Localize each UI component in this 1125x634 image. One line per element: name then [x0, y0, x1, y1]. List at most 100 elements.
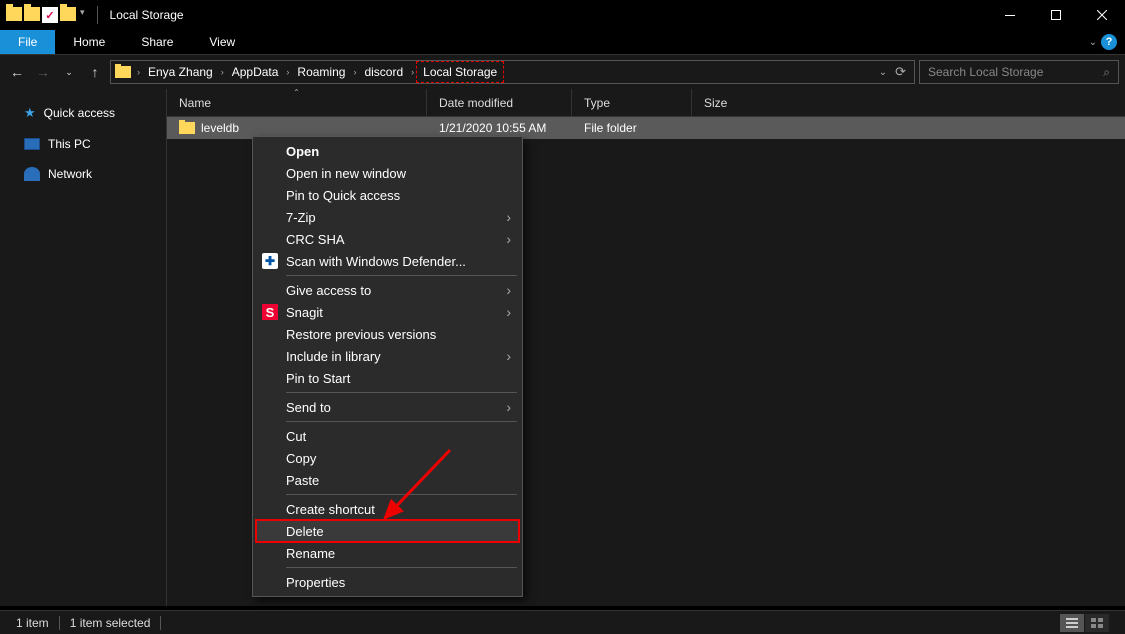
pc-icon — [24, 138, 40, 150]
status-item-count: 1 item — [16, 616, 49, 630]
ctx-label: Scan with Windows Defender... — [286, 254, 466, 269]
ctx-send-to[interactable]: Send to› — [256, 396, 519, 418]
file-date: 1/21/2020 10:55 AM — [427, 121, 572, 135]
divider — [97, 6, 98, 24]
chevron-right-icon[interactable]: › — [135, 67, 142, 77]
sidebar-label: This PC — [48, 137, 91, 151]
ctx-label: CRC SHA — [286, 232, 345, 247]
ctx-create-shortcut[interactable]: Create shortcut — [256, 498, 519, 520]
ctx-give-access[interactable]: Give access to› — [256, 279, 519, 301]
ctx-paste[interactable]: Paste — [256, 469, 519, 491]
address-bar[interactable]: › Enya Zhang › AppData › Roaming › disco… — [110, 60, 915, 84]
ctx-restore[interactable]: Restore previous versions — [256, 323, 519, 345]
ctx-include-library[interactable]: Include in library › — [256, 345, 519, 367]
chevron-right-icon: › — [506, 209, 511, 225]
ctx-pin-start[interactable]: Pin to Start — [256, 367, 519, 389]
shield-icon: ✚ — [262, 253, 278, 269]
breadcrumb-item[interactable]: discord — [358, 61, 409, 83]
file-type: File folder — [572, 121, 692, 135]
ctx-open-new-window[interactable]: Open in new window — [256, 162, 519, 184]
status-bar: 1 item 1 item selected — [0, 610, 1125, 634]
ctx-label: Send to — [286, 400, 331, 415]
chevron-right-icon: › — [506, 348, 511, 364]
search-placeholder: Search Local Storage — [928, 65, 1043, 79]
forward-button[interactable]: → — [32, 61, 54, 83]
ribbon-tabs: File Home Share View ⌄ ? — [0, 30, 1125, 55]
chevron-right-icon: › — [506, 304, 511, 320]
context-menu: Open Open in new window Pin to Quick acc… — [252, 136, 523, 597]
separator — [286, 392, 517, 393]
title-bar: ✓ ▾ Local Storage — [0, 0, 1125, 30]
separator — [286, 567, 517, 568]
sidebar-label: Quick access — [44, 106, 115, 120]
ctx-7zip[interactable]: 7-Zip › — [256, 206, 519, 228]
chevron-right-icon[interactable]: › — [409, 67, 416, 77]
sort-indicator-icon: ⌃ — [293, 88, 300, 97]
ctx-pin-quick[interactable]: Pin to Quick access — [256, 184, 519, 206]
ctx-crc-sha[interactable]: CRC SHA› — [256, 228, 519, 250]
ctx-label: 7-Zip — [286, 210, 316, 225]
divider — [160, 616, 161, 630]
help-icon[interactable]: ? — [1101, 34, 1117, 50]
ctx-copy[interactable]: Copy — [256, 447, 519, 469]
sidebar-this-pc[interactable]: This PC — [0, 133, 166, 155]
column-date[interactable]: Date modified — [427, 89, 572, 116]
recent-dropdown[interactable]: ⌄ — [58, 61, 80, 83]
ctx-properties[interactable]: Properties — [256, 571, 519, 593]
breadcrumb-item[interactable]: Roaming — [291, 61, 351, 83]
folder-icon[interactable] — [24, 7, 40, 21]
up-button[interactable]: ↑ — [84, 61, 106, 83]
ctx-defender[interactable]: ✚ Scan with Windows Defender... — [256, 250, 519, 272]
chevron-right-icon[interactable]: › — [284, 67, 291, 77]
ctx-label: Snagit — [286, 305, 323, 320]
tab-view[interactable]: View — [191, 30, 253, 54]
maximize-button[interactable] — [1033, 0, 1079, 30]
sidebar-label: Network — [48, 167, 92, 181]
folder-icon[interactable] — [60, 7, 76, 21]
column-size[interactable]: Size — [692, 89, 812, 116]
search-input[interactable]: Search Local Storage ⌕ — [919, 60, 1119, 84]
address-row: ← → ⌄ ↑ › Enya Zhang › AppData › Roaming… — [0, 55, 1125, 89]
navigation-pane: ★ Quick access This PC Network — [0, 89, 167, 606]
status-selected: 1 item selected — [70, 616, 151, 630]
column-name[interactable]: Name ⌃ — [167, 89, 427, 116]
close-button[interactable] — [1079, 0, 1125, 30]
breadcrumb-current[interactable]: Local Storage — [416, 61, 504, 83]
ctx-cut[interactable]: Cut — [256, 425, 519, 447]
network-icon — [24, 167, 40, 181]
separator — [286, 421, 517, 422]
quick-access-toolbar: ✓ ▾ — [0, 7, 91, 23]
qat-dropdown-icon[interactable]: ▾ — [80, 7, 85, 23]
minimize-button[interactable] — [987, 0, 1033, 30]
sidebar-network[interactable]: Network — [0, 163, 166, 185]
folder-icon[interactable] — [6, 7, 22, 21]
snagit-icon: S — [262, 304, 278, 320]
divider — [59, 616, 60, 630]
ctx-label: Include in library — [286, 349, 381, 364]
sidebar-quick-access[interactable]: ★ Quick access — [0, 101, 166, 125]
ctx-snagit[interactable]: S Snagit › — [256, 301, 519, 323]
view-thumbnails-button[interactable] — [1085, 614, 1109, 632]
breadcrumb-item[interactable]: Enya Zhang — [142, 61, 219, 83]
chevron-right-icon[interactable]: › — [351, 67, 358, 77]
breadcrumb-item[interactable]: AppData — [226, 61, 285, 83]
ctx-delete[interactable]: Delete — [256, 520, 519, 542]
chevron-down-icon[interactable]: ⌄ — [1089, 37, 1097, 48]
chevron-right-icon[interactable]: › — [219, 67, 226, 77]
ctx-open[interactable]: Open — [256, 140, 519, 162]
tab-file[interactable]: File — [0, 30, 55, 54]
tab-home[interactable]: Home — [55, 30, 123, 54]
window-title: Local Storage — [108, 8, 186, 22]
ctx-rename[interactable]: Rename — [256, 542, 519, 564]
separator — [286, 494, 517, 495]
ctx-label: Give access to — [286, 283, 371, 298]
column-type[interactable]: Type — [572, 89, 692, 116]
view-details-button[interactable] — [1060, 614, 1084, 632]
tab-share[interactable]: Share — [123, 30, 191, 54]
refresh-icon[interactable]: ⟳ — [895, 64, 906, 80]
back-button[interactable]: ← — [6, 61, 28, 83]
search-icon: ⌕ — [1103, 65, 1110, 80]
main-area: ★ Quick access This PC Network Name ⌃ Da… — [0, 89, 1125, 606]
chevron-down-icon[interactable]: ⌄ — [879, 67, 887, 78]
properties-icon[interactable]: ✓ — [42, 7, 58, 23]
